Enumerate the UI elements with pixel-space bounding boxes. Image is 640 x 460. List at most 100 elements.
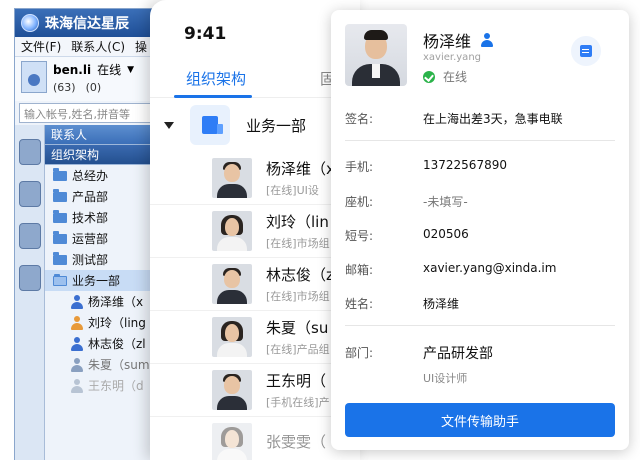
folder-label: 测试部 — [72, 253, 109, 267]
list-item[interactable]: 朱夏（su [在线]产品组 — [150, 311, 360, 364]
folder-icon — [53, 209, 67, 223]
status-dropdown-icon[interactable]: ▼ — [127, 65, 134, 75]
member-avatar — [212, 423, 252, 460]
person-icon — [71, 315, 83, 330]
person-icon — [481, 33, 494, 47]
member-name: 王东明（ — [266, 372, 327, 390]
mobile-tab-bar: 组织架构 固 — [150, 62, 360, 98]
person-icon — [71, 378, 83, 393]
member-name: 林志俊（z — [266, 266, 334, 284]
profile-card: 杨泽维 xavier.yang 在线 签名: 在上海出差3天，急事电联 手机: … — [331, 10, 629, 450]
user-avatar-icon — [28, 74, 40, 86]
member-label: 杨泽维（x — [88, 295, 144, 309]
member-status: [在线]市场组 — [266, 237, 330, 250]
member-avatar — [212, 264, 252, 304]
desktop-side-toolbar — [15, 125, 45, 460]
member-name: 刘玲（lin — [266, 213, 329, 231]
file-transfer-button[interactable]: 文件传输助手 — [345, 403, 615, 437]
member-label: 刘玲（ling — [88, 316, 146, 330]
phone-value: -未填写- — [423, 195, 468, 209]
department-label: 部门: — [345, 346, 374, 360]
menu-file[interactable]: 文件(F) — [21, 38, 61, 55]
list-item[interactable]: 张雯雯（ — [150, 417, 360, 460]
person-icon — [71, 357, 83, 372]
desktop-avatar[interactable] — [21, 61, 47, 93]
department-value: 产品研发部 — [423, 346, 493, 362]
mobile-screen: 9:41 组织架构 固 业务一部 杨泽维（x [在线]UI设刘玲（lin [在线]市… — [150, 0, 360, 460]
mobile-dept-name: 业务一部 — [246, 116, 307, 135]
active-tab-indicator — [174, 95, 252, 98]
member-name: 朱夏（su — [266, 319, 329, 337]
email-value[interactable]: xavier.yang@xinda.im — [423, 261, 556, 275]
short-number-value[interactable]: 020506 — [423, 227, 469, 241]
member-avatar — [212, 211, 252, 251]
status-bar-time: 9:41 — [184, 24, 227, 44]
profile-name-row: 杨泽维 — [423, 28, 494, 52]
email-label: 邮箱: — [345, 263, 374, 277]
fullname-label: 姓名: — [345, 297, 374, 311]
list-item[interactable]: 杨泽维（x [在线]UI设 — [150, 152, 360, 205]
profile-english-name: xavier.yang — [423, 52, 481, 63]
list-item[interactable]: 王东明（ [手机在线]产 — [150, 364, 360, 417]
member-name: 杨泽维（x — [266, 160, 335, 178]
member-status: [手机在线]产 — [266, 396, 330, 409]
folder-label: 业务一部 — [72, 274, 121, 288]
desktop-count-b[interactable]: (0) — [86, 81, 102, 94]
member-avatar — [212, 317, 252, 357]
profile-status: 在线 — [423, 68, 467, 85]
member-status: [在线]UI设 — [266, 184, 319, 197]
group-nav-icon[interactable] — [18, 223, 41, 249]
member-status: [在线]产品组 — [266, 343, 330, 356]
job-title: UI设计师 — [423, 372, 468, 385]
document-icon — [580, 45, 592, 57]
folder-icon — [53, 230, 67, 244]
list-item[interactable]: 林志俊（z [在线]市场组 — [150, 258, 360, 311]
person-icon — [71, 336, 83, 351]
member-label: 王东明（d — [88, 379, 144, 393]
desktop-count-a[interactable]: (63) — [53, 81, 76, 94]
folder-icon — [53, 167, 67, 181]
member-status: [在线]市场组 — [266, 290, 330, 303]
expand-caret-icon[interactable] — [164, 121, 174, 129]
department-icon — [190, 105, 230, 145]
profile-photo[interactable] — [345, 24, 407, 86]
folder-icon — [53, 188, 67, 202]
phone-label: 座机: — [345, 195, 374, 209]
desktop-username: ben.li — [53, 62, 92, 77]
fullname-value: 杨泽维 — [423, 297, 460, 311]
divider — [345, 140, 615, 141]
profile-name: 杨泽维 — [423, 32, 472, 51]
desktop-status[interactable]: 在线 — [97, 61, 121, 78]
member-avatar — [212, 370, 252, 410]
desktop-title: 珠海信达星辰 — [45, 16, 129, 32]
member-label: 林志俊（zl — [88, 337, 146, 351]
mobile-dept-header[interactable]: 业务一部 — [150, 102, 360, 148]
mobile-label: 手机: — [345, 160, 374, 174]
menu-operate[interactable]: 操 — [135, 38, 147, 55]
signature-value: 在上海出差3天，急事电联 — [423, 112, 563, 126]
short-number-label: 短号: — [345, 229, 374, 243]
signature-label: 签名: — [345, 112, 374, 126]
phone-nav-icon[interactable] — [18, 181, 41, 207]
folder-label: 运营部 — [72, 232, 109, 246]
open-folder-icon — [53, 273, 67, 286]
divider — [345, 325, 615, 326]
send-file-button[interactable] — [571, 36, 601, 66]
tab-org-structure-mobile[interactable]: 组织架构 — [186, 68, 246, 89]
mobile-member-list: 杨泽维（x [在线]UI设 刘玲（lin [在线]市场组 林志俊（z [在线]市场组 朱夏（… — [150, 152, 360, 460]
message-nav-icon[interactable] — [18, 265, 41, 291]
profile-status-text: 在线 — [443, 70, 468, 84]
mobile-value[interactable]: 13722567890 — [423, 158, 507, 172]
folder-label: 技术部 — [72, 211, 109, 225]
list-item[interactable]: 刘玲（lin [在线]市场组 — [150, 205, 360, 258]
online-check-icon — [423, 70, 435, 83]
folder-label: 总经办 — [72, 169, 109, 183]
app-logo-icon — [21, 14, 39, 32]
folder-label: 产品部 — [72, 190, 109, 204]
member-name: 张雯雯（ — [266, 433, 327, 451]
person-icon — [71, 294, 83, 309]
folder-icon — [53, 251, 67, 265]
member-avatar — [212, 158, 252, 198]
contacts-nav-icon[interactable] — [18, 139, 41, 165]
menu-contacts[interactable]: 联系人(C) — [71, 38, 125, 55]
